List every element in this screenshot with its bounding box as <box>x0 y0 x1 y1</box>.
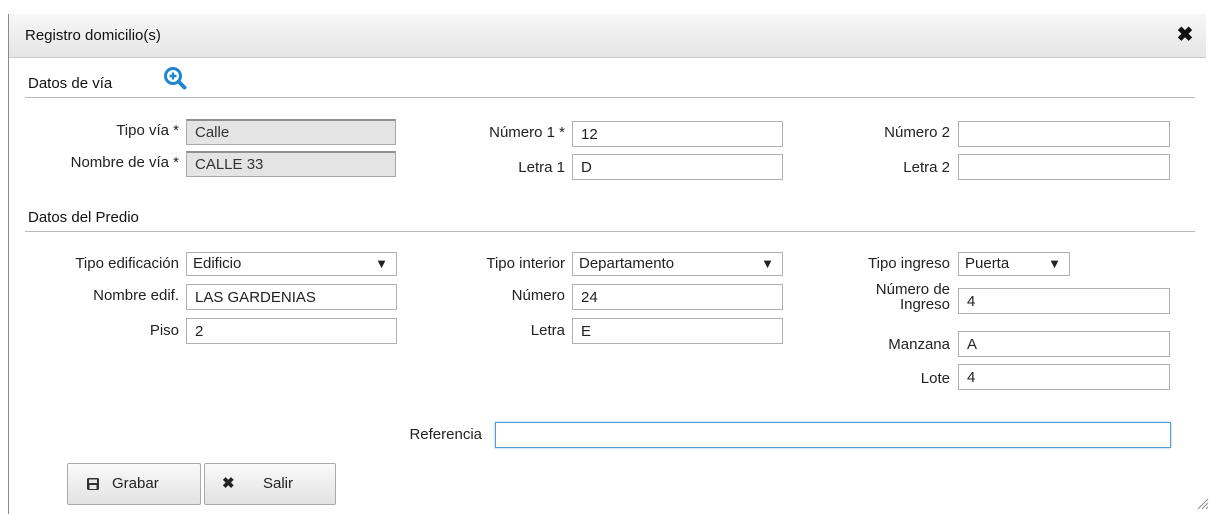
manzana-field[interactable] <box>958 331 1170 357</box>
numero-field[interactable] <box>572 284 783 310</box>
nombre-edif-label: Nombre edif. <box>93 287 179 304</box>
grabar-label: Grabar <box>112 475 159 492</box>
section-datos-via: Datos de vía <box>25 67 1195 98</box>
dialog-title: Registro domicilio(s) <box>25 27 161 44</box>
numero2-field[interactable] <box>958 121 1170 147</box>
letra1-field[interactable] <box>572 154 783 180</box>
chevron-down-icon: ▼ <box>375 256 388 271</box>
tipo-ingreso-label: Tipo ingreso <box>868 255 950 272</box>
tipo-edificacion-label: Tipo edificación <box>75 255 179 272</box>
referencia-label: Referencia <box>409 426 482 443</box>
numero2-label: Número 2 <box>884 124 950 141</box>
letra-field[interactable] <box>572 318 783 344</box>
tipo-interior-label: Tipo interior <box>486 255 565 272</box>
letra1-label: Letra 1 <box>518 159 565 176</box>
save-icon <box>87 478 99 490</box>
lote-label: Lote <box>920 370 950 387</box>
zoom-in-icon[interactable] <box>163 66 187 90</box>
tipo-edificacion-select[interactable]: Edificio ▼ <box>186 252 397 276</box>
tipo-via-field[interactable] <box>186 119 396 145</box>
grabar-button[interactable]: Grabar <box>67 463 201 505</box>
close-icon: ✖ <box>222 475 235 492</box>
salir-button[interactable]: ✖ Salir <box>204 463 336 505</box>
tipo-edificacion-value: Edificio <box>193 255 242 272</box>
resize-grip-icon[interactable] <box>1195 496 1209 510</box>
numero1-label: Número 1 * <box>489 124 565 141</box>
salir-label: Salir <box>263 475 294 492</box>
letra2-field[interactable] <box>958 154 1170 180</box>
tipo-interior-select[interactable]: Departamento ▼ <box>572 252 783 276</box>
numero-ingreso-label-line2: Ingreso <box>899 296 950 313</box>
tipo-ingreso-value: Puerta <box>965 255 1010 272</box>
lote-field[interactable] <box>958 364 1170 390</box>
section-title-via: Datos de vía <box>28 75 113 92</box>
piso-field[interactable] <box>186 318 397 344</box>
nombre-via-field[interactable] <box>186 151 396 177</box>
nombre-edif-field[interactable] <box>186 284 397 310</box>
registro-domicilio-dialog: Registro domicilio(s) ✖ Datos de vía Tip… <box>8 14 1214 514</box>
manzana-label: Manzana <box>888 336 950 353</box>
tipo-ingreso-select[interactable]: Puerta ▼ <box>958 252 1070 276</box>
chevron-down-icon: ▼ <box>1048 256 1061 271</box>
tipo-interior-value: Departamento <box>579 255 675 272</box>
piso-label: Piso <box>149 322 179 339</box>
numero-label: Número <box>511 287 565 304</box>
letra-label: Letra <box>530 322 565 339</box>
tipo-via-label: Tipo vía * <box>116 122 179 139</box>
numero-ingreso-field[interactable] <box>958 288 1170 314</box>
close-icon[interactable]: ✖ <box>1174 24 1196 46</box>
nombre-via-label: Nombre de vía * <box>70 154 179 171</box>
referencia-field[interactable] <box>495 422 1171 448</box>
dialog-titlebar[interactable]: Registro domicilio(s) ✖ <box>9 14 1206 58</box>
numero1-field[interactable] <box>572 121 783 147</box>
section-title-predio: Datos del Predio <box>28 209 139 226</box>
numero-ingreso-label: Número de Ingreso <box>876 282 950 312</box>
section-datos-predio: Datos del Predio <box>25 205 1195 232</box>
chevron-down-icon: ▼ <box>761 256 774 271</box>
letra2-label: Letra 2 <box>903 159 950 176</box>
